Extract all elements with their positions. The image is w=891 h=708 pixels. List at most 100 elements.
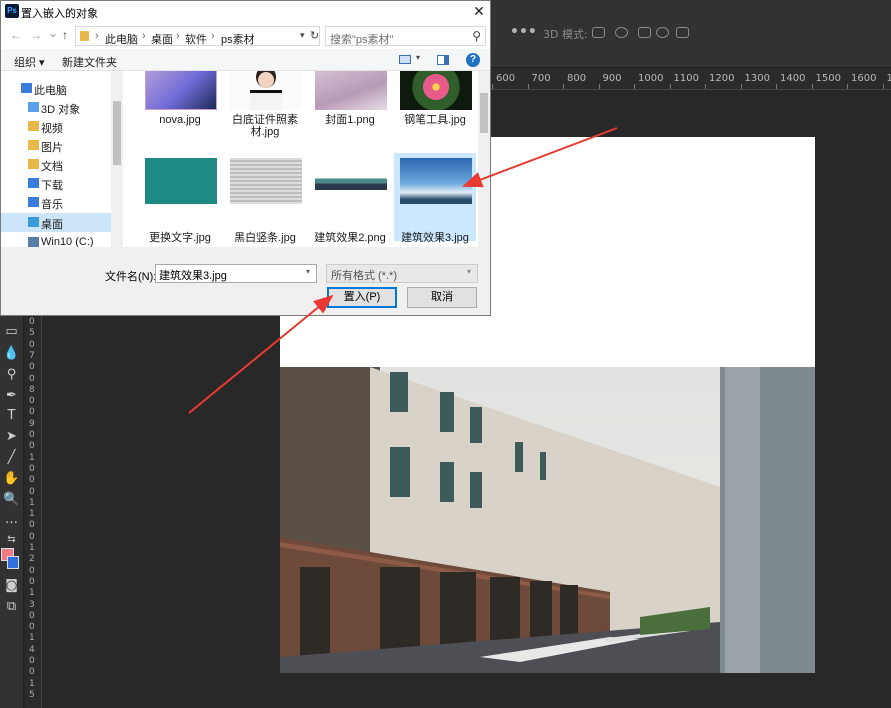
ruler-tick-label: 1200 — [709, 73, 735, 84]
3d-pan-icon[interactable] — [638, 27, 651, 38]
line-tool-icon[interactable]: ╱ — [3, 449, 20, 466]
ruler-tick — [811, 84, 813, 89]
file-item-architecture2[interactable]: 建筑效果2.png — [309, 153, 391, 244]
documents-folder-icon — [28, 159, 39, 169]
new-folder-button[interactable]: 新建文件夹 — [62, 54, 117, 70]
path-box[interactable]: › 此电脑 › 桌面 › 软件 › ps素材 ▾ ↻ — [75, 26, 320, 46]
dialog-titlebar[interactable]: Ps 置入嵌入的对象 ✕ — [1, 1, 490, 23]
breadcrumb-software[interactable]: 软件 — [185, 31, 207, 47]
sidebar-item-pictures[interactable]: 图片 — [1, 136, 111, 155]
file-item-stripes[interactable]: 黑白竖条.jpg — [224, 153, 306, 244]
filetype-dropdown-icon[interactable]: ▾ — [467, 267, 471, 276]
drive-icon — [28, 237, 39, 247]
3d-slide-icon[interactable] — [656, 27, 669, 38]
folder-3d-icon — [28, 102, 39, 112]
pen-tool-icon[interactable]: ✒ — [3, 387, 20, 404]
vertical-ruler: 0507008009001000110012001300140015 — [26, 315, 42, 708]
preview-pane-icon[interactable] — [437, 55, 449, 65]
folder-icon — [80, 31, 89, 41]
forward-arrow-icon[interactable]: → — [30, 29, 42, 41]
sidebar-scrollbar-thumb[interactable] — [113, 101, 121, 165]
zoom-tool-icon[interactable]: 🔍 — [3, 491, 20, 508]
filename-dropdown-icon[interactable]: ▾ — [306, 267, 310, 276]
sidebar-item-label: 图片 — [41, 142, 63, 154]
place-button[interactable]: 置入(P) — [327, 287, 397, 308]
vertical-ruler-digit: 0 — [29, 667, 35, 678]
sidebar-item-label: 桌面 — [41, 219, 63, 231]
file-item-cover1[interactable]: 封面1.png — [309, 71, 391, 147]
sidebar-scrollbar[interactable] — [111, 71, 123, 247]
close-button[interactable]: ✕ — [471, 3, 487, 19]
type-tool-icon[interactable]: T — [3, 407, 20, 424]
path-selection-tool-icon[interactable]: ➤ — [3, 428, 20, 445]
sidebar-item-music[interactable]: 音乐 — [1, 193, 111, 212]
file-list: nova.jpg 白底证件照素材.jpg 封面1.png 钢笔工具.jpg 更换… — [123, 71, 490, 247]
ruler-tick-label: 1300 — [744, 73, 770, 84]
sidebar-item-label: 下载 — [41, 180, 63, 192]
more-options-icon[interactable]: ••• — [510, 24, 537, 40]
3d-orbit-icon[interactable] — [592, 27, 605, 38]
file-name: nova.jpg — [159, 114, 201, 126]
file-item-nova[interactable]: nova.jpg — [139, 71, 221, 147]
vertical-ruler-digit: 0 — [29, 531, 35, 542]
hand-tool-icon[interactable]: ✋ — [3, 470, 20, 487]
vertical-ruler-digit: 5 — [29, 689, 35, 700]
breadcrumb-separator: › — [211, 30, 215, 42]
3d-roll-icon[interactable] — [615, 27, 628, 38]
file-name: 更换文字.jpg — [149, 232, 211, 244]
breadcrumb-ps-assets[interactable]: ps素材 — [221, 31, 255, 47]
dodge-tool-icon[interactable]: ⚲ — [3, 366, 20, 383]
sidebar-item-downloads[interactable]: 下载 — [1, 174, 111, 193]
screen-mode-icon[interactable]: ⧉ — [3, 598, 20, 615]
sidebar-item-documents[interactable]: 文档 — [1, 155, 111, 174]
blur-tool-icon[interactable]: 💧 — [3, 345, 20, 362]
filename-input[interactable]: 建筑效果3.jpg — [155, 264, 317, 283]
dialog-title: 置入嵌入的对象 — [21, 8, 98, 20]
search-input[interactable]: 搜索"ps素材" ⚲ — [325, 26, 486, 46]
swap-colors-icon[interactable]: ⇆ — [3, 531, 20, 548]
rectangle-tool-icon[interactable]: ▭ — [3, 323, 20, 340]
breadcrumb-desktop[interactable]: 桌面 — [151, 31, 173, 47]
refresh-icon[interactable]: ↻ — [310, 29, 319, 42]
file-item-pen-tool[interactable]: 钢笔工具.jpg — [394, 71, 476, 147]
organize-button[interactable]: 组织 ▾ — [14, 54, 45, 70]
sidebar-item-label: 此电脑 — [34, 85, 67, 97]
filetype-select[interactable]: 所有格式 (*.*) — [326, 264, 478, 283]
more-tools-icon[interactable]: … — [3, 511, 20, 528]
help-icon[interactable]: ? — [466, 53, 480, 67]
sidebar-item-this-pc[interactable]: 此电脑 — [1, 79, 111, 98]
command-bar: 组织 ▾ 新建文件夹 ▾ ? — [1, 49, 490, 71]
ruler-tick — [527, 84, 529, 89]
quick-mask-icon[interactable]: ◙ — [3, 577, 20, 594]
file-item-architecture3[interactable]: 建筑效果3.jpg — [394, 153, 476, 244]
file-item-replace-text[interactable]: 更换文字.jpg — [139, 153, 221, 244]
sidebar-item-videos[interactable]: 视频 — [1, 117, 111, 136]
path-dropdown-icon[interactable]: ▾ — [300, 30, 305, 41]
vertical-ruler-digit: 1 — [29, 452, 35, 463]
breadcrumb-this-pc[interactable]: 此电脑 — [105, 31, 138, 47]
breadcrumb-separator: › — [176, 30, 180, 42]
vertical-ruler-digit: 1 — [29, 509, 35, 520]
back-arrow-icon[interactable]: ← — [10, 29, 22, 41]
filename-label: 文件名(N): — [105, 271, 157, 283]
ruler-tick-label: 1600 — [851, 73, 877, 84]
file-item-id-photo[interactable]: 白底证件照素材.jpg — [224, 71, 306, 147]
sidebar-item-drive-c[interactable]: Win10 (C:) — [1, 233, 111, 247]
file-list-scrollbar-thumb[interactable] — [480, 93, 488, 133]
vertical-ruler-digit: 1 — [29, 543, 35, 553]
sidebar-item-3d-objects[interactable]: 3D 对象 — [1, 98, 111, 117]
ruler-tick-label: 1500 — [815, 73, 841, 84]
background-color-swatch[interactable] — [7, 556, 19, 569]
view-options-icon[interactable] — [399, 55, 411, 64]
breadcrumb-separator: › — [142, 30, 146, 42]
ruler-tick-label: 800 — [567, 73, 587, 84]
thumbnail-sky — [400, 158, 472, 204]
view-dropdown-icon[interactable]: ▾ — [416, 53, 420, 62]
recent-locations-icon[interactable]: ⌄ — [48, 27, 58, 39]
3d-scale-icon[interactable] — [676, 27, 689, 38]
file-list-scrollbar[interactable] — [478, 71, 490, 247]
ruler-tick — [740, 84, 742, 89]
up-arrow-icon[interactable]: ↑ — [62, 29, 68, 41]
sidebar-item-desktop[interactable]: 桌面 — [1, 213, 111, 232]
cancel-button[interactable]: 取消 — [407, 287, 477, 308]
